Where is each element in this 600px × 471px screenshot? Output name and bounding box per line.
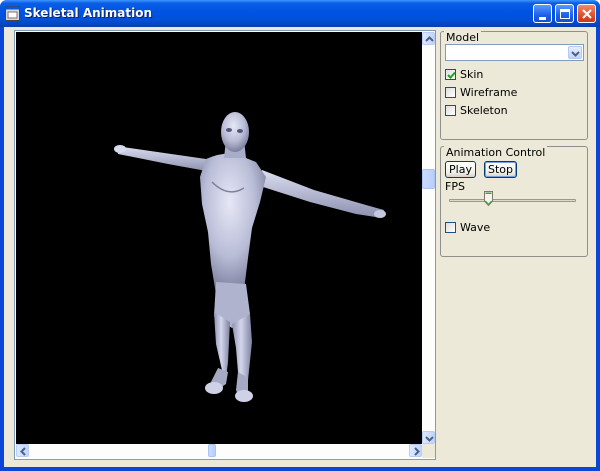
chevron-left-icon [20, 447, 26, 456]
window-frame-right [596, 27, 600, 471]
app-window: Skeletal Animation Model Skin Wireframe … [0, 0, 600, 471]
close-button[interactable] [577, 4, 596, 23]
close-icon [582, 9, 592, 19]
chevron-up-icon [425, 36, 434, 42]
model-group: Model Skin Wireframe Skeleton [440, 31, 588, 140]
wave-checkbox-label: Wave [460, 221, 491, 234]
minimize-button[interactable] [533, 4, 552, 23]
chevron-down-icon [425, 436, 434, 442]
horizontal-scrollbar[interactable] [16, 444, 422, 458]
chevron-down-icon [571, 51, 580, 57]
wave-checkbox[interactable] [445, 222, 456, 233]
window-frame-bottom [0, 467, 600, 471]
scrollbar-corner [422, 444, 435, 458]
vertical-scrollbar[interactable] [422, 32, 435, 444]
fps-label: FPS [445, 180, 465, 193]
stop-button[interactable]: Stop [484, 161, 517, 178]
model-dropdown-button[interactable] [568, 46, 582, 59]
skeleton-checkbox-label: Skeleton [460, 104, 508, 117]
client-area: Model Skin Wireframe Skeleton Animation … [4, 27, 596, 467]
fps-slider-track[interactable] [449, 199, 576, 202]
scroll-up-button[interactable] [422, 32, 435, 45]
model-group-title: Model [444, 31, 482, 44]
skin-checkbox-label: Skin [460, 68, 484, 81]
render-canvas[interactable] [16, 32, 422, 444]
scroll-right-button[interactable] [409, 444, 422, 457]
play-button[interactable]: Play [445, 161, 476, 178]
wireframe-checkbox[interactable] [445, 87, 456, 98]
skin-checkbox[interactable] [445, 69, 456, 80]
animation-group-title: Animation Control [444, 146, 548, 159]
window-title: Skeletal Animation [24, 6, 152, 20]
minimize-icon [539, 17, 546, 20]
maximize-button[interactable] [555, 4, 574, 23]
maximize-icon [560, 9, 570, 19]
skeletal-model-figure [114, 112, 386, 402]
checkmark-icon [447, 71, 456, 79]
chevron-right-icon [414, 447, 420, 456]
fps-slider-thumb[interactable] [484, 191, 494, 206]
render-viewport [14, 30, 436, 460]
scroll-down-button[interactable] [422, 431, 435, 444]
title-bar[interactable]: Skeletal Animation [0, 0, 600, 27]
vertical-scroll-thumb[interactable] [422, 169, 435, 190]
window-icon [5, 6, 20, 21]
scroll-left-button[interactable] [16, 444, 29, 457]
animation-control-group: Animation Control Play Stop FPS Wave [440, 146, 588, 257]
model-dropdown[interactable] [445, 44, 584, 61]
horizontal-scroll-thumb[interactable] [207, 444, 216, 457]
wireframe-checkbox-label: Wireframe [460, 86, 518, 99]
skeleton-checkbox[interactable] [445, 105, 456, 116]
